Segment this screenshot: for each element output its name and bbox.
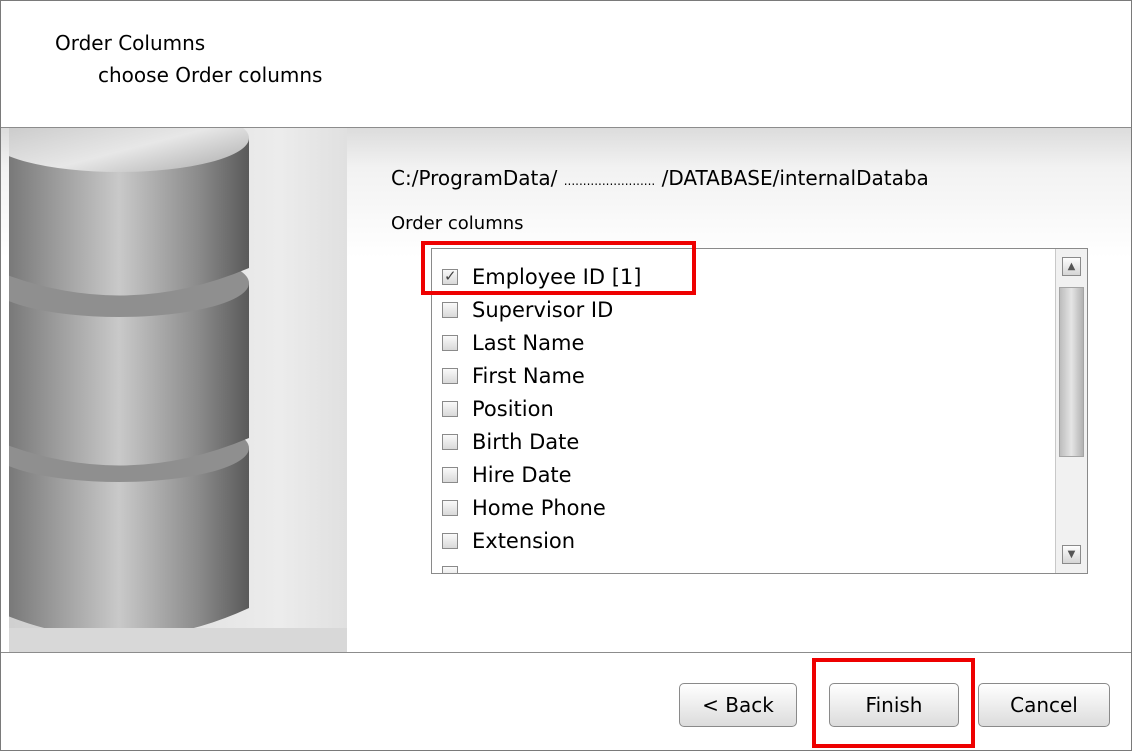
list-item[interactable]: Last Name <box>442 326 584 359</box>
scroll-down-icon[interactable]: ▼ <box>1062 545 1081 564</box>
list-item-label: Extension <box>472 528 576 553</box>
list-item[interactable]: Position <box>442 392 554 425</box>
list-item[interactable]: Birth Date <box>442 425 579 458</box>
checkbox <box>442 565 458 573</box>
wizard-footer: < Back Finish Cancel <box>1 652 1131 750</box>
list-item[interactable]: First Name <box>442 359 585 392</box>
list-item-label: Home Phone <box>472 495 606 520</box>
scroll-thumb[interactable] <box>1059 287 1084 457</box>
order-columns-label: Order columns <box>391 213 524 234</box>
database-icon <box>1 104 347 652</box>
finish-button[interactable]: Finish <box>829 683 959 727</box>
checkbox[interactable] <box>442 400 458 417</box>
path-prefix: C:/ProgramData/ <box>391 166 558 190</box>
page-title: Order Columns <box>55 31 206 55</box>
list-item-label: Last Name <box>472 330 585 355</box>
back-button[interactable]: < Back <box>679 683 797 727</box>
vertical-scrollbar[interactable]: ▲ ▼ <box>1055 249 1087 573</box>
list-item-label: Employee ID [1] <box>472 264 642 289</box>
path-redacted: ........................ <box>563 174 656 188</box>
checkbox[interactable] <box>442 433 458 450</box>
check-icon: ✓ <box>444 266 457 285</box>
list-item-label: Supervisor ID <box>472 297 614 322</box>
wizard-header: Order Columns choose Order columns <box>1 1 1131 128</box>
checkbox[interactable] <box>442 367 458 384</box>
list-item[interactable]: ✓ Employee ID [1] <box>442 260 641 293</box>
page-subtitle: choose Order columns <box>98 63 323 87</box>
content-panel: C:/ProgramData/ ........................… <box>347 128 1131 652</box>
wizard-body: C:/ProgramData/ ........................… <box>1 104 1131 652</box>
checkbox[interactable] <box>442 301 458 318</box>
list-item-label: Hire Date <box>472 462 572 487</box>
checkbox[interactable] <box>442 466 458 483</box>
path-suffix: /DATABASE/internalDataba <box>661 166 929 190</box>
cancel-button[interactable]: Cancel <box>978 683 1110 727</box>
checkbox[interactable] <box>442 334 458 351</box>
database-path: C:/ProgramData/ ........................… <box>391 166 929 190</box>
list-item-label: Birth Date <box>472 429 580 454</box>
wizard-dialog: Order Columns choose Order columns C:/Pr… <box>0 0 1132 751</box>
checkbox[interactable] <box>442 532 458 549</box>
scroll-up-icon[interactable]: ▲ <box>1062 257 1081 276</box>
list-item[interactable]: Home Phone <box>442 491 606 524</box>
list-item-label: First Name <box>472 363 585 388</box>
list-item[interactable]: Hire Date <box>442 458 572 491</box>
order-columns-list[interactable]: ✓ Employee ID [1] Supervisor ID Last Nam… <box>431 248 1088 574</box>
checkbox[interactable]: ✓ <box>442 266 458 285</box>
checkbox[interactable] <box>442 499 458 516</box>
list-item[interactable]: Supervisor ID <box>442 293 613 326</box>
list-item[interactable]: Extension <box>442 524 575 557</box>
list-item-label: Position <box>472 396 554 421</box>
list-item-partial <box>442 557 472 573</box>
